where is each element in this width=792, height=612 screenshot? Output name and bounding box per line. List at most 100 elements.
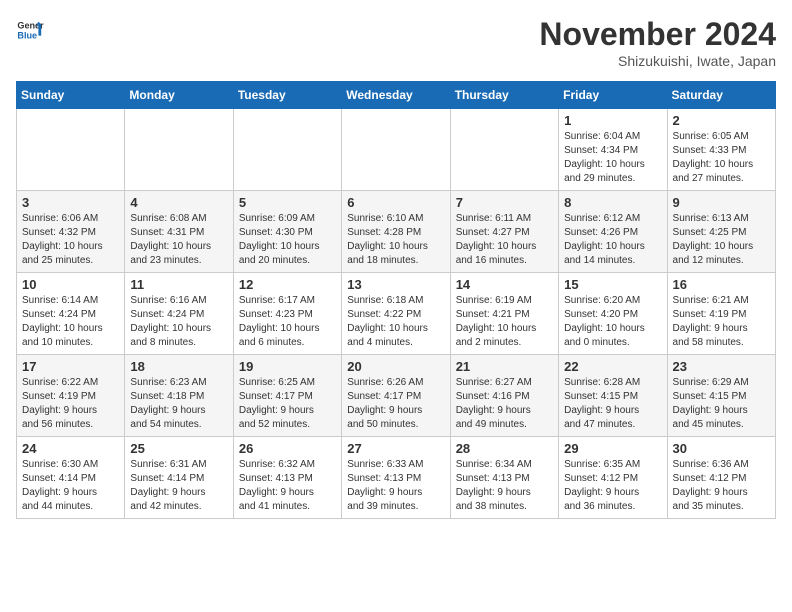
- day-info: Sunrise: 6:26 AMSunset: 4:17 PMDaylight:…: [347, 376, 444, 432]
- weekday-header-thursday: Thursday: [450, 82, 558, 109]
- day-number: 2: [673, 113, 770, 128]
- calendar-cell: 30 Sunrise: 6:36 AMSunset: 4:12 PMDayligh…: [667, 437, 775, 519]
- calendar-cell: 16 Sunrise: 6:21 AMSunset: 4:19 PMDayligh…: [667, 273, 775, 355]
- calendar-cell: 12 Sunrise: 6:17 AMSunset: 4:23 PMDayligh…: [233, 273, 341, 355]
- calendar-cell: 5 Sunrise: 6:09 AMSunset: 4:30 PMDaylight…: [233, 191, 341, 273]
- day-info: Sunrise: 6:25 AMSunset: 4:17 PMDaylight:…: [239, 376, 336, 432]
- day-number: 24: [22, 441, 119, 456]
- calendar-header: SundayMondayTuesdayWednesdayThursdayFrid…: [17, 82, 776, 109]
- title-block: November 2024 Shizukuishi, Iwate, Japan: [539, 16, 776, 69]
- page-header: General Blue November 2024 Shizukuishi, …: [16, 16, 776, 69]
- calendar-cell: [450, 109, 558, 191]
- day-number: 11: [130, 277, 227, 292]
- calendar-cell: [342, 109, 450, 191]
- calendar-cell: 25 Sunrise: 6:31 AMSunset: 4:14 PMDayligh…: [125, 437, 233, 519]
- day-info: Sunrise: 6:12 AMSunset: 4:26 PMDaylight:…: [564, 212, 661, 268]
- location: Shizukuishi, Iwate, Japan: [539, 53, 776, 69]
- day-info: Sunrise: 6:19 AMSunset: 4:21 PMDaylight:…: [456, 294, 553, 350]
- day-number: 18: [130, 359, 227, 374]
- calendar-cell: 19 Sunrise: 6:25 AMSunset: 4:17 PMDayligh…: [233, 355, 341, 437]
- day-number: 1: [564, 113, 661, 128]
- day-number: 29: [564, 441, 661, 456]
- calendar-cell: 2 Sunrise: 6:05 AMSunset: 4:33 PMDaylight…: [667, 109, 775, 191]
- day-info: Sunrise: 6:14 AMSunset: 4:24 PMDaylight:…: [22, 294, 119, 350]
- calendar-cell: 7 Sunrise: 6:11 AMSunset: 4:27 PMDaylight…: [450, 191, 558, 273]
- calendar-cell: 17Sunrise: 6:22 AMSunset: 4:19 PMDayligh…: [17, 355, 125, 437]
- calendar-cell: 15Sunrise: 6:20 AMSunset: 4:20 PMDayligh…: [559, 273, 667, 355]
- day-info: Sunrise: 6:16 AMSunset: 4:24 PMDaylight:…: [130, 294, 227, 350]
- day-number: 21: [456, 359, 553, 374]
- calendar-cell: 8 Sunrise: 6:12 AMSunset: 4:26 PMDaylight…: [559, 191, 667, 273]
- day-info: Sunrise: 6:10 AMSunset: 4:28 PMDaylight:…: [347, 212, 444, 268]
- calendar-cell: 9 Sunrise: 6:13 AMSunset: 4:25 PMDaylight…: [667, 191, 775, 273]
- day-info: Sunrise: 6:33 AMSunset: 4:13 PMDaylight:…: [347, 458, 444, 514]
- day-info: Sunrise: 6:32 AMSunset: 4:13 PMDaylight:…: [239, 458, 336, 514]
- svg-text:Blue: Blue: [17, 30, 37, 40]
- calendar-cell: 28 Sunrise: 6:34 AMSunset: 4:13 PMDayligh…: [450, 437, 558, 519]
- day-info: Sunrise: 6:17 AMSunset: 4:23 PMDaylight:…: [239, 294, 336, 350]
- day-number: 25: [130, 441, 227, 456]
- day-number: 7: [456, 195, 553, 210]
- calendar-cell: 1 Sunrise: 6:04 AMSunset: 4:34 PMDaylight…: [559, 109, 667, 191]
- day-number: 28: [456, 441, 553, 456]
- calendar-cell: 3Sunrise: 6:06 AMSunset: 4:32 PMDaylight…: [17, 191, 125, 273]
- day-info: Sunrise: 6:08 AMSunset: 4:31 PMDaylight:…: [130, 212, 227, 268]
- day-number: 13: [347, 277, 444, 292]
- day-info: Sunrise: 6:29 AMSunset: 4:15 PMDaylight:…: [673, 376, 770, 432]
- logo-icon: General Blue: [16, 16, 44, 44]
- calendar-cell: 29 Sunrise: 6:35 AMSunset: 4:12 PMDayligh…: [559, 437, 667, 519]
- calendar-cell: 20 Sunrise: 6:26 AMSunset: 4:17 PMDayligh…: [342, 355, 450, 437]
- day-number: 5: [239, 195, 336, 210]
- weekday-header-tuesday: Tuesday: [233, 82, 341, 109]
- day-info: Sunrise: 6:34 AMSunset: 4:13 PMDaylight:…: [456, 458, 553, 514]
- calendar-cell: 24 Sunrise: 6:30 AMSunset: 4:14 PMDayligh…: [17, 437, 125, 519]
- day-number: 12: [239, 277, 336, 292]
- day-number: 23: [673, 359, 770, 374]
- calendar-cell: 22 Sunrise: 6:28 AMSunset: 4:15 PMDayligh…: [559, 355, 667, 437]
- day-info: Sunrise: 6:06 AMSunset: 4:32 PMDaylight:…: [22, 212, 119, 268]
- calendar-table: SundayMondayTuesdayWednesdayThursdayFrid…: [16, 81, 776, 519]
- day-info: Sunrise: 6:35 AMSunset: 4:12 PMDaylight:…: [564, 458, 661, 514]
- calendar-cell: 21Sunrise: 6:27 AMSunset: 4:16 PMDayligh…: [450, 355, 558, 437]
- day-info: Sunrise: 6:30 AMSunset: 4:14 PMDaylight:…: [22, 458, 119, 514]
- day-number: 4: [130, 195, 227, 210]
- day-number: 10: [22, 277, 119, 292]
- day-info: Sunrise: 6:28 AMSunset: 4:15 PMDaylight:…: [564, 376, 661, 432]
- day-info: Sunrise: 6:20 AMSunset: 4:20 PMDaylight:…: [564, 294, 661, 350]
- day-info: Sunrise: 6:04 AMSunset: 4:34 PMDaylight:…: [564, 130, 661, 186]
- day-info: Sunrise: 6:21 AMSunset: 4:19 PMDaylight:…: [673, 294, 770, 350]
- day-number: 14: [456, 277, 553, 292]
- day-number: 8: [564, 195, 661, 210]
- calendar-cell: 11 Sunrise: 6:16 AMSunset: 4:24 PMDayligh…: [125, 273, 233, 355]
- day-info: Sunrise: 6:22 AMSunset: 4:19 PMDaylight:…: [22, 376, 119, 432]
- weekday-header-saturday: Saturday: [667, 82, 775, 109]
- day-number: 20: [347, 359, 444, 374]
- day-info: Sunrise: 6:13 AMSunset: 4:25 PMDaylight:…: [673, 212, 770, 268]
- day-number: 16: [673, 277, 770, 292]
- day-number: 26: [239, 441, 336, 456]
- calendar-cell: 26 Sunrise: 6:32 AMSunset: 4:13 PMDayligh…: [233, 437, 341, 519]
- day-info: Sunrise: 6:18 AMSunset: 4:22 PMDaylight:…: [347, 294, 444, 350]
- day-info: Sunrise: 6:09 AMSunset: 4:30 PMDaylight:…: [239, 212, 336, 268]
- calendar-cell: [233, 109, 341, 191]
- calendar-cell: 10 Sunrise: 6:14 AMSunset: 4:24 PMDayligh…: [17, 273, 125, 355]
- day-number: 30: [673, 441, 770, 456]
- day-number: 19: [239, 359, 336, 374]
- calendar-cell: [125, 109, 233, 191]
- calendar-cell: 23 Sunrise: 6:29 AMSunset: 4:15 PMDayligh…: [667, 355, 775, 437]
- calendar-cell: 14 Sunrise: 6:19 AMSunset: 4:21 PMDayligh…: [450, 273, 558, 355]
- day-info: Sunrise: 6:11 AMSunset: 4:27 PMDaylight:…: [456, 212, 553, 268]
- calendar-cell: 13 Sunrise: 6:18 AMSunset: 4:22 PMDayligh…: [342, 273, 450, 355]
- day-number: 22: [564, 359, 661, 374]
- day-info: Sunrise: 6:31 AMSunset: 4:14 PMDaylight:…: [130, 458, 227, 514]
- month-title: November 2024: [539, 16, 776, 53]
- calendar-cell: [17, 109, 125, 191]
- weekday-header-wednesday: Wednesday: [342, 82, 450, 109]
- day-number: 6: [347, 195, 444, 210]
- calendar-cell: 27Sunrise: 6:33 AMSunset: 4:13 PMDayligh…: [342, 437, 450, 519]
- day-info: Sunrise: 6:36 AMSunset: 4:12 PMDaylight:…: [673, 458, 770, 514]
- weekday-header-sunday: Sunday: [17, 82, 125, 109]
- day-info: Sunrise: 6:05 AMSunset: 4:33 PMDaylight:…: [673, 130, 770, 186]
- calendar-cell: 18Sunrise: 6:23 AMSunset: 4:18 PMDayligh…: [125, 355, 233, 437]
- day-number: 9: [673, 195, 770, 210]
